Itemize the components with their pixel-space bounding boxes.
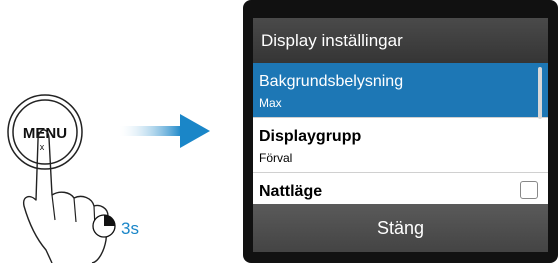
scrollbar[interactable] [538, 67, 542, 119]
arrow-shaft [120, 126, 182, 136]
list-item-value: Förval [259, 151, 293, 165]
close-button[interactable]: Stäng [253, 204, 548, 252]
list-item-label: Nattläge [259, 183, 323, 200]
press-menu-illustration: MENU x [7, 94, 210, 263]
device-screen: Display inställingar Bakgrundsbelysning … [253, 18, 548, 252]
menu-button-label: MENU [23, 125, 67, 142]
settings-list: Bakgrundsbelysning Max Displaygrupp Förv… [253, 63, 548, 204]
list-item-display-group[interactable]: Displaygrupp Förval [253, 118, 548, 173]
list-item-value: Max [259, 96, 282, 110]
arrow-head [180, 114, 210, 148]
night-mode-checkbox[interactable] [520, 181, 538, 199]
dialog-title: Display inställingar [253, 18, 548, 63]
list-item-label: Bakgrundsbelysning [259, 73, 404, 90]
list-item-label: Displaygrupp [259, 128, 362, 145]
hold-duration-label: 3s [121, 219, 139, 238]
list-item-backlight[interactable]: Bakgrundsbelysning Max [253, 63, 548, 119]
list-item-night-mode[interactable]: Nattläge [253, 173, 548, 204]
menu-button-sublabel: x [40, 142, 45, 152]
